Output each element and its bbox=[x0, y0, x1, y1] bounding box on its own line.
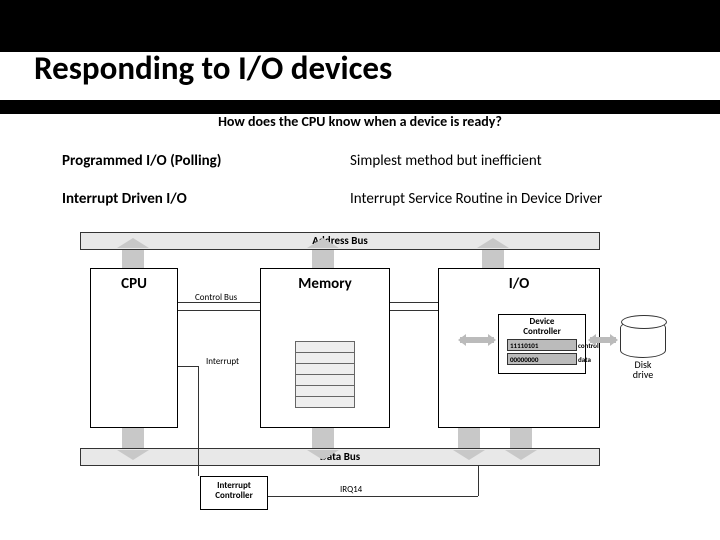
disk-drive-label: Disk drive bbox=[620, 360, 666, 380]
data-register: 00000000 data bbox=[507, 353, 577, 365]
device-controller-block: Device Controller 11110101 control 00000… bbox=[498, 314, 586, 374]
address-bus: Address Bus bbox=[80, 232, 600, 250]
architecture-diagram: Address Bus Data Bus CPU Memory I/O Cont… bbox=[80, 226, 640, 501]
device-controller-label: Device Controller bbox=[523, 316, 561, 337]
control-register-value: 11110101 bbox=[510, 341, 538, 350]
irq-line bbox=[268, 496, 478, 497]
interrupt-line bbox=[198, 366, 199, 476]
method-interrupt-desc: Interrupt Service Routine in Device Driv… bbox=[350, 190, 602, 208]
arrow-icon bbox=[458, 428, 480, 448]
irq-label: IRQ14 bbox=[340, 484, 362, 495]
arrow-icon bbox=[588, 334, 618, 346]
disk-drive-icon: Disk drive bbox=[620, 320, 666, 380]
memory-slots-icon bbox=[295, 341, 355, 407]
arrow-icon bbox=[312, 250, 334, 268]
arrow-icon bbox=[122, 250, 144, 268]
arrow-icon bbox=[312, 428, 334, 448]
method-polling-desc: Simplest method but inefficient bbox=[350, 152, 542, 170]
black-header-bar bbox=[0, 0, 720, 52]
memory-block: Memory bbox=[260, 268, 390, 428]
irq-line bbox=[478, 466, 479, 496]
arrow-icon bbox=[482, 250, 504, 268]
slide-title: Responding to I/O devices bbox=[34, 48, 392, 88]
control-bus-line bbox=[390, 310, 438, 311]
control-bus-label: Control Bus bbox=[195, 292, 237, 303]
slide-question: How does the CPU know when a device is r… bbox=[0, 113, 720, 130]
io-label: I/O bbox=[509, 275, 530, 293]
interrupt-line bbox=[178, 366, 198, 367]
data-register-value: 00000000 bbox=[510, 355, 538, 364]
method-polling: Programmed I/O (Polling) bbox=[62, 152, 221, 170]
memory-label: Memory bbox=[298, 275, 351, 293]
control-register: 11110101 control bbox=[507, 339, 577, 351]
control-bus-line bbox=[178, 310, 260, 311]
method-interrupt: Interrupt Driven I/O bbox=[62, 190, 187, 208]
cpu-block: CPU bbox=[90, 268, 178, 428]
black-divider-bar bbox=[0, 100, 720, 114]
arrow-icon bbox=[510, 428, 532, 448]
data-register-label: data bbox=[578, 354, 604, 366]
interrupt-label: Interrupt bbox=[206, 356, 239, 367]
address-bus-label: Address Bus bbox=[81, 234, 599, 247]
interrupt-controller-block: Interrupt Controller bbox=[200, 476, 268, 510]
arrow-icon bbox=[458, 334, 496, 346]
control-bus-line bbox=[390, 302, 438, 303]
arrow-icon bbox=[122, 428, 144, 448]
